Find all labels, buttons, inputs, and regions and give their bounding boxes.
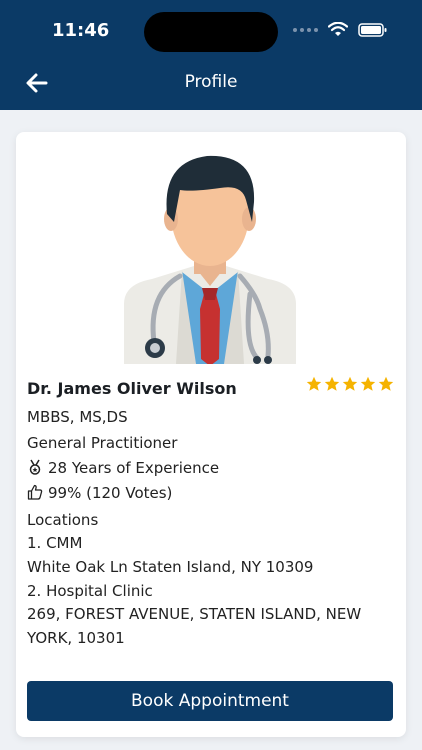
doctor-profile-card: Dr. James Oliver Wilson MBBS, MS,DS Gene… [16,132,406,737]
location-2-name: 2. Hospital Clinic [27,582,153,600]
votes-row: 99% (120 Votes) [27,484,172,502]
star-icon [360,376,376,391]
doctor-specialty: General Practitioner [27,434,178,452]
location-1-address: White Oak Ln Staten Island, NY 10309 [27,558,314,576]
experience-row: 28 Years of Experience [27,459,219,477]
doctor-degrees: MBBS, MS,DS [27,408,128,426]
page-title: Profile [184,72,238,92]
star-icon [342,376,358,391]
doctor-name: Dr. James Oliver Wilson [27,379,237,398]
medal-icon [29,459,41,475]
app-header: 11:46 Profile [0,0,422,110]
locations-label: Locations [27,511,99,529]
book-appointment-button[interactable]: Book Appointment [27,681,393,721]
status-time: 11:46 [52,20,110,41]
star-icon [378,376,394,391]
location-2-address-line1: 269, FOREST AVENUE, STATEN ISLAND, NEW [27,605,362,623]
wifi-icon [328,22,348,36]
star-icon [306,376,322,391]
battery-icon [358,23,387,37]
location-2-address-line2: YORK, 10301 [27,629,125,647]
status-icons [293,22,388,38]
camera-notch [144,12,278,52]
signal-icon [293,28,318,32]
doctor-avatar [124,155,296,364]
experience-text: 28 Years of Experience [48,459,220,477]
votes-text: 99% (120 Votes) [48,484,173,502]
location-1-name: 1. CMM [27,534,83,552]
star-icon [324,376,340,391]
rating-stars [306,376,394,392]
thumbs-up-icon [27,484,43,500]
